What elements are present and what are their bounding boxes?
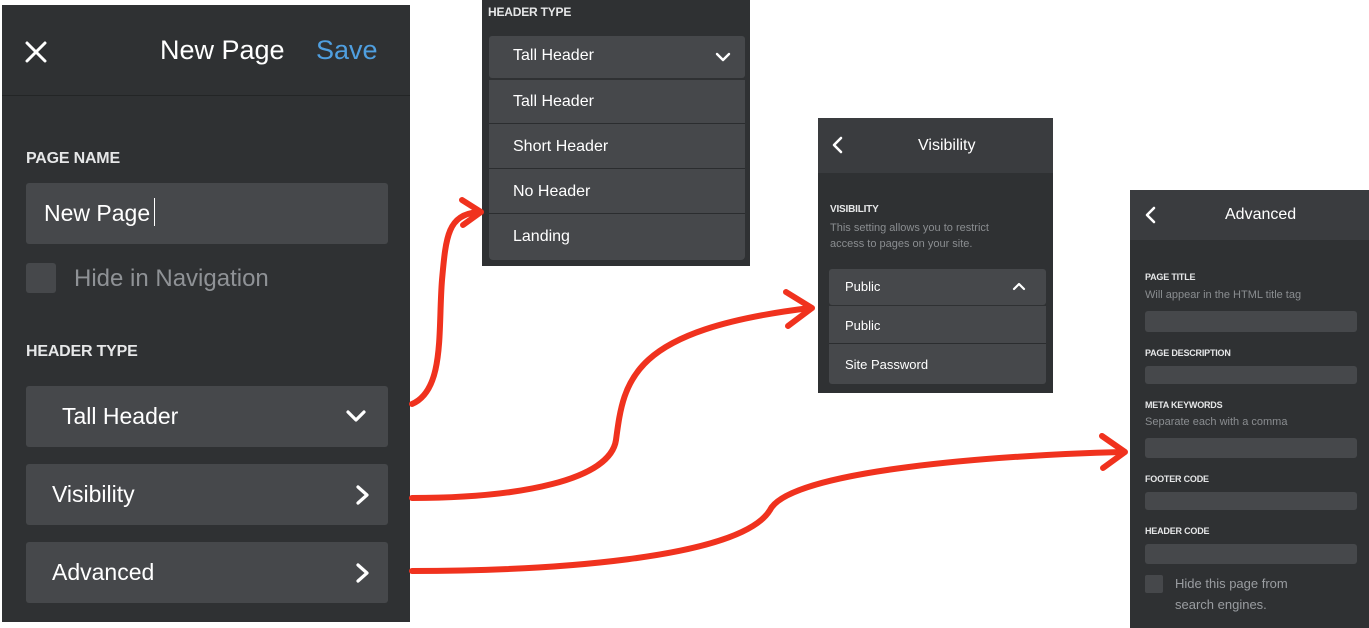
text-cursor xyxy=(154,198,155,226)
page-name-value: New Page xyxy=(44,200,151,226)
hide-search-label: Hide this page from xyxy=(1175,576,1288,591)
page-title-input[interactable] xyxy=(1145,311,1357,332)
option-label: Landing xyxy=(513,228,570,245)
dropdown-option[interactable]: Short Header xyxy=(489,125,745,169)
visibility-option[interactable]: Site Password xyxy=(829,345,1046,383)
option-label: Site Password xyxy=(845,357,929,372)
dropdown-option[interactable]: Tall Header xyxy=(489,80,745,124)
advanced-row-label: Advanced xyxy=(52,559,155,585)
advanced-header: Advanced xyxy=(1130,190,1369,240)
visibility-label: VISIBILITY xyxy=(830,204,879,215)
option-label: Short Header xyxy=(513,138,609,155)
chevron-right-icon xyxy=(356,485,369,505)
arrow-to-visibility-panel xyxy=(409,305,813,501)
visibility-option[interactable]: Public xyxy=(829,306,1046,344)
advanced-panel: Advanced PAGE TITLE Will appear in the H… xyxy=(1130,190,1369,628)
header-type-selected: Tall Header xyxy=(513,47,594,64)
arrow-to-advanced-panel xyxy=(409,449,1125,574)
visibility-header: Visibility xyxy=(818,118,1053,173)
page-description-label: PAGE DESCRIPTION xyxy=(1145,348,1231,358)
chevron-right-icon xyxy=(356,563,369,583)
footer-code-label: FOOTER CODE xyxy=(1145,474,1209,484)
meta-keywords-hint: Separate each with a comma xyxy=(1145,416,1288,428)
page-name-input[interactable]: New Page xyxy=(26,183,388,244)
save-button[interactable]: Save xyxy=(316,35,378,66)
close-icon[interactable] xyxy=(25,41,47,63)
hide-navigation-label: Hide in Navigation xyxy=(74,265,269,292)
hide-navigation-checkbox[interactable] xyxy=(26,263,56,293)
visibility-row-label: Visibility xyxy=(52,481,135,507)
chevron-up-icon xyxy=(1012,282,1026,291)
back-chevron-icon[interactable] xyxy=(831,136,843,154)
panel-header: New Page Save xyxy=(2,5,410,96)
hide-search-label: search engines. xyxy=(1175,597,1267,612)
page-title: New Page xyxy=(160,35,285,65)
page-name-label: PAGE NAME xyxy=(26,150,120,167)
dropdown-options: Tall Header Short Header No Header Landi… xyxy=(489,80,745,260)
visibility-options: Public Site Password xyxy=(829,306,1046,384)
option-label: Tall Header xyxy=(513,93,594,110)
header-code-input[interactable] xyxy=(1145,544,1357,564)
dropdown-option[interactable]: Landing xyxy=(489,215,745,259)
visibility-panel: Visibility VISIBILITY This setting allow… xyxy=(818,118,1053,393)
chevron-down-icon xyxy=(715,52,731,62)
visibility-title: Visibility xyxy=(918,137,976,154)
visibility-hint: access to pages on your site. xyxy=(830,238,973,250)
header-type-select[interactable]: Tall Header xyxy=(26,386,388,447)
visibility-selected: Public xyxy=(845,279,881,294)
advanced-title: Advanced xyxy=(1225,206,1297,223)
header-code-label: HEADER CODE xyxy=(1145,526,1210,536)
option-label: Public xyxy=(845,318,881,333)
page-title-hint: Will appear in the HTML title tag xyxy=(1145,289,1302,301)
header-type-select[interactable]: Tall Header xyxy=(489,36,745,78)
new-page-panel: New Page Save PAGE NAME New Page Hide in… xyxy=(2,5,410,622)
visibility-row[interactable]: Visibility xyxy=(26,464,388,525)
chevron-down-icon xyxy=(346,410,366,422)
hide-search-checkbox[interactable] xyxy=(1145,575,1163,593)
meta-keywords-input[interactable] xyxy=(1145,438,1357,458)
advanced-row[interactable]: Advanced xyxy=(26,542,388,603)
arrow-to-header-dropdown xyxy=(409,209,481,407)
meta-keywords-label: META KEYWORDS xyxy=(1145,400,1223,410)
header-type-value: Tall Header xyxy=(62,403,179,429)
back-chevron-icon[interactable] xyxy=(1144,206,1156,224)
header-type-dropdown-panel: HEADER TYPE Tall Header Tall Header Shor… xyxy=(482,0,750,266)
footer-code-input[interactable] xyxy=(1145,492,1357,510)
page-title-label: PAGE TITLE xyxy=(1145,272,1196,282)
dropdown-option[interactable]: No Header xyxy=(489,170,745,214)
page-description-input[interactable] xyxy=(1145,366,1357,384)
header-type-label: HEADER TYPE xyxy=(26,343,138,360)
visibility-hint: This setting allows you to restrict xyxy=(830,222,989,234)
option-label: No Header xyxy=(513,183,591,200)
header-type-label: HEADER TYPE xyxy=(488,5,572,19)
visibility-select[interactable]: Public xyxy=(829,269,1046,305)
